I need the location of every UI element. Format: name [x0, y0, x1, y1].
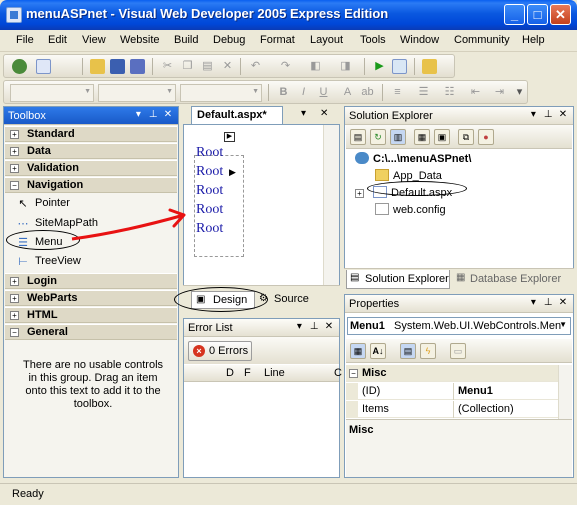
annotation-arrow	[71, 208, 186, 241]
